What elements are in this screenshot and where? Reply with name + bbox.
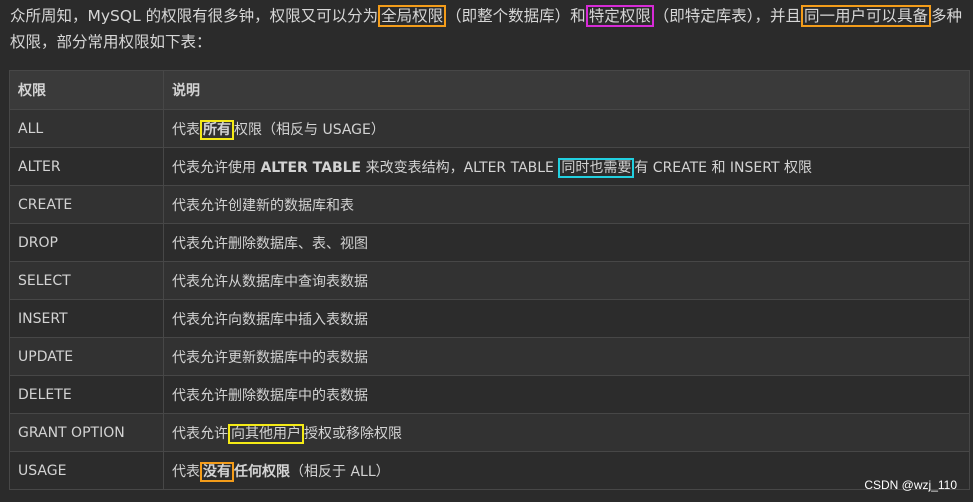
privilege-name: DELETE [9,375,164,414]
intro-text: （即整个数据库）和 [446,7,586,25]
highlight-all: 所有 [200,119,234,140]
privilege-name: DROP [9,223,164,262]
privilege-description: 代表允许删除数据库中的表数据 [163,375,970,414]
highlight-none: 没有 [200,461,234,482]
table-row: INSERT 代表允许向数据库中插入表数据 [9,299,970,338]
header-privilege: 权限 [9,70,164,110]
privilege-name: CREATE [9,185,164,224]
intro-text: 众所周知，MySQL 的权限有很多钟，权限又可以分为 [10,7,379,25]
table-row: DROP 代表允许删除数据库、表、视图 [9,223,970,262]
privilege-description: 代表 所有 权限（相反与 USAGE） [163,109,970,148]
desc-text: 代表 [172,121,200,138]
privilege-name: SELECT [9,261,164,300]
privilege-name: INSERT [9,299,164,338]
table-row: ALL 代表 所有 权限（相反与 USAGE） [9,109,970,148]
table-row: SELECT 代表允许从数据库中查询表数据 [9,261,970,300]
highlight-same-user: 同一用户可以具备 [800,5,931,27]
table-row: GRANT OPTION 代表允许 向其他用户 授权或移除权限 [9,413,970,452]
privilege-name: ALL [9,109,164,148]
intro-paragraph: 众所周知，MySQL 的权限有很多钟，权限又可以分为 全局权限 （即整个数据库）和特… [10,3,965,55]
table-row: USAGE 代表 没有 任何权限（相反于 ALL） [9,451,970,490]
privilege-description: 代表允许使用 ALTER TABLE 来改变表结构，ALTER TABLE 同时… [163,147,970,186]
privilege-name: GRANT OPTION [9,413,164,452]
privilege-name: UPDATE [9,337,164,376]
privilege-description: 代表允许 向其他用户 授权或移除权限 [163,413,970,452]
table-row: CREATE 代表允许创建新的数据库和表 [9,185,970,224]
desc-text: 有 CREATE 和 INSERT 权限 [634,159,812,176]
header-description: 说明 [163,70,970,110]
table-row: DELETE 代表允许删除数据库中的表数据 [9,375,970,414]
privilege-table: 权限 说明 ALL 代表 所有 权限（相反与 USAGE） ALTER 代表允许使用… [9,70,970,490]
desc-text: 来改变表结构，ALTER TABLE [361,159,559,176]
highlight-other-users: 向其他用户 [228,423,304,444]
desc-bold: 任何权限 [234,463,290,480]
desc-text: 权限（相反与 USAGE） [234,121,385,138]
privilege-description: 代表允许删除数据库、表、视图 [163,223,970,262]
csdn-watermark: CSDN @wzj_110 [864,478,957,492]
highlight-specific-privilege: 特定权限 [585,5,654,27]
highlight-also-need: 同时也需要 [558,157,635,178]
table-row: UPDATE 代表允许更新数据库中的表数据 [9,337,970,376]
desc-text: 授权或移除权限 [304,425,402,442]
desc-text: （相反于 ALL） [290,463,390,480]
privilege-description: 代表允许创建新的数据库和表 [163,185,970,224]
privilege-description: 代表允许从数据库中查询表数据 [163,261,970,300]
privilege-name: ALTER [9,147,164,186]
desc-text: 代表允许使用 [172,159,261,176]
privilege-description: 代表 没有 任何权限（相反于 ALL） [163,451,970,490]
privilege-description: 代表允许向数据库中插入表数据 [163,299,970,338]
table-header-row: 权限 说明 [9,70,970,110]
privilege-description: 代表允许更新数据库中的表数据 [163,337,970,376]
table-row: ALTER 代表允许使用 ALTER TABLE 来改变表结构，ALTER TA… [9,147,970,186]
intro-text: （即特定库表），并且 [653,7,801,25]
desc-bold: ALTER TABLE [260,159,362,176]
desc-text: 代表 [172,463,200,480]
privilege-name: USAGE [9,451,164,490]
highlight-global-privilege: 全局权限 [378,5,447,27]
desc-text: 代表允许 [172,425,228,442]
